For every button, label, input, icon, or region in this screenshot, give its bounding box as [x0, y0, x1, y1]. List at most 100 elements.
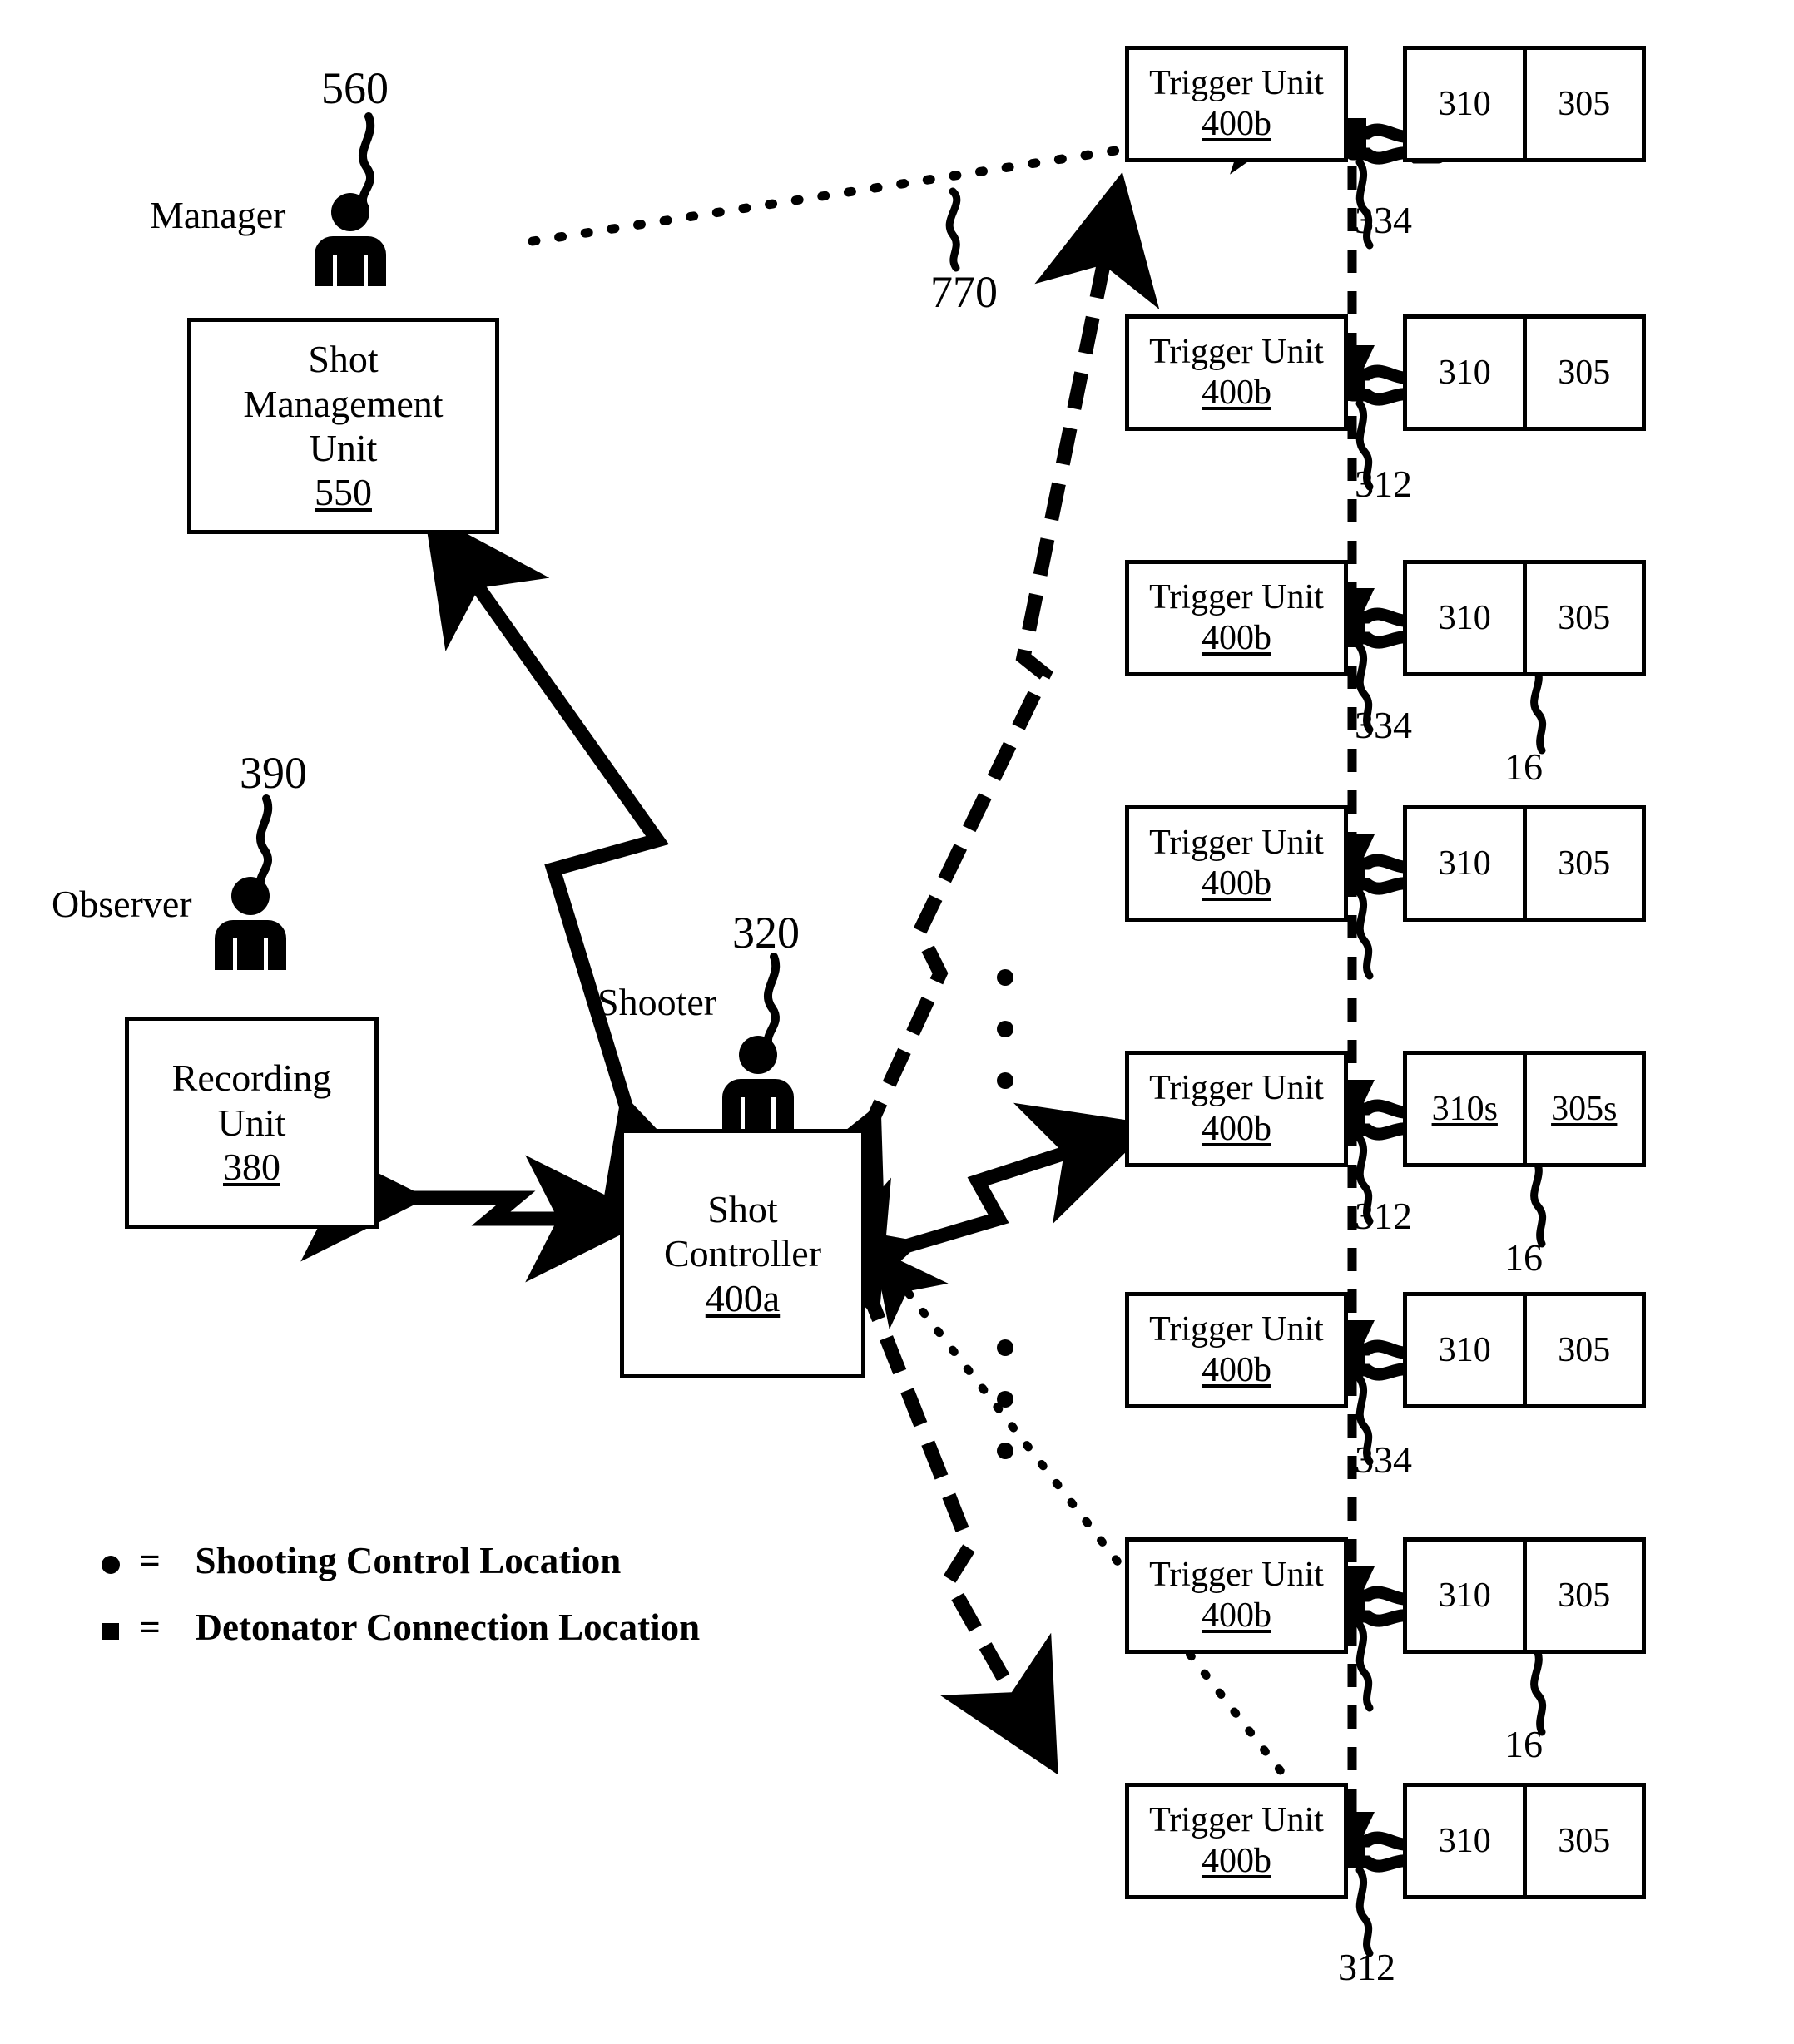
detonator-305-3: 305 — [1522, 564, 1643, 672]
box-recording-unit[interactable]: Recording Unit 380 — [125, 1017, 379, 1229]
detonator-310-3: 310 — [1438, 599, 1491, 637]
box-trigger-unit-7[interactable]: Trigger Unit 400b — [1125, 1537, 1348, 1654]
ref-label-770: 770 — [930, 267, 998, 317]
detonator-310-2: 310 — [1438, 354, 1491, 392]
box-trigger-unit-8[interactable]: Trigger Unit 400b — [1125, 1783, 1348, 1899]
tu-label-6: Trigger Unit — [1149, 1310, 1324, 1349]
role-label-observer: Observer — [52, 883, 192, 925]
smu-ref: 550 — [315, 471, 372, 514]
cable-ref-8: 312 — [1338, 1946, 1395, 1988]
box-trigger-unit-1[interactable]: Trigger Unit 400b — [1125, 46, 1348, 162]
person-head-icon — [231, 877, 270, 915]
cable-ref-1: 334 — [1355, 199, 1412, 241]
tu-ref-3: 400b — [1202, 619, 1271, 657]
ellipsis-lower — [997, 1339, 1013, 1494]
legend-text-2: Detonator Connection Location — [195, 1606, 701, 1648]
smu-line-3: Unit — [309, 427, 378, 469]
tu-ref-8: 400b — [1202, 1842, 1271, 1880]
detonator-310-6: 310 — [1438, 1331, 1491, 1369]
leader-16-row5 — [1530, 1155, 1547, 1248]
cable-ref-5: 312 — [1355, 1195, 1412, 1237]
person-body-icon — [315, 236, 386, 286]
detonator-pair-2[interactable]: 310 305 — [1403, 314, 1646, 431]
legend-equals-1: = — [139, 1540, 161, 1581]
square-marker-icon — [92, 1606, 130, 1649]
tu-label-4: Trigger Unit — [1149, 824, 1324, 863]
sc-line-2: Controller — [663, 1232, 822, 1275]
tu-ref-2: 400b — [1202, 374, 1271, 412]
cable-ref-6: 334 — [1355, 1438, 1412, 1481]
leader-16-row3 — [1530, 661, 1547, 755]
detonator-310-8: 310 — [1438, 1822, 1491, 1860]
box-trigger-unit-6[interactable]: Trigger Unit 400b — [1125, 1292, 1348, 1408]
circle-marker-icon — [92, 1539, 130, 1582]
smu-line-1: Shot — [308, 338, 379, 381]
link-controller-trigger-solid — [781, 1102, 1155, 1339]
sc-line-1: Shot — [707, 1187, 778, 1230]
link-controller-trigger-dashed-down — [772, 1177, 1058, 1775]
legend-equals-2: = — [139, 1606, 161, 1648]
link-mgmt-controller — [424, 510, 721, 1233]
tu-label-5: Trigger Unit — [1149, 1069, 1324, 1108]
ref-label-320: 320 — [732, 908, 800, 958]
ru-ref: 380 — [223, 1146, 280, 1189]
tu-label-7: Trigger Unit — [1149, 1556, 1324, 1595]
box-trigger-unit-5[interactable]: Trigger Unit 400b — [1125, 1051, 1348, 1167]
leader-16-row7 — [1530, 1643, 1547, 1736]
link-controller-trigger-dashed-up — [769, 171, 1160, 1245]
person-body-icon — [215, 920, 286, 970]
detonator-305-7: 305 — [1522, 1542, 1643, 1650]
cable-ref-3: 334 — [1355, 704, 1412, 746]
detonator-305s-5: 305s — [1522, 1055, 1643, 1163]
detonator-305-6: 305 — [1522, 1296, 1643, 1404]
person-head-icon — [739, 1036, 777, 1074]
box-trigger-unit-3[interactable]: Trigger Unit 400b — [1125, 560, 1348, 676]
tu-ref-1: 400b — [1202, 105, 1271, 143]
detonator-pair-6[interactable]: 310 305 — [1403, 1292, 1646, 1408]
detonator-pair-5[interactable]: 310s 305s — [1403, 1051, 1646, 1167]
link-recording-controller — [300, 1134, 653, 1283]
legend-item-shooting-control: = Shooting Control Location — [92, 1539, 621, 1582]
detonator-310-4: 310 — [1438, 844, 1491, 883]
ref-label-560: 560 — [321, 63, 389, 113]
role-label-manager: Manager — [150, 194, 286, 236]
person-shooter — [722, 1036, 794, 1129]
figure-canvas: 560 Manager 390 Observer 320 Shooter Sho… — [0, 0, 1794, 2044]
detonator-305-4: 305 — [1522, 809, 1643, 918]
tu-ref-6: 400b — [1202, 1351, 1271, 1389]
detonator-pair-8[interactable]: 310 305 — [1403, 1783, 1646, 1899]
detonator-310-7: 310 — [1438, 1576, 1491, 1615]
detonator-pair-4[interactable]: 310 305 — [1403, 805, 1646, 922]
tu-ref-5: 400b — [1202, 1110, 1271, 1148]
legend-text-1: Shooting Control Location — [195, 1540, 622, 1581]
person-observer — [215, 877, 286, 970]
tu-label-3: Trigger Unit — [1149, 578, 1324, 617]
box-trigger-unit-2[interactable]: Trigger Unit 400b — [1125, 314, 1348, 431]
detonator-pair-3[interactable]: 310 305 — [1403, 560, 1646, 676]
det-ref-5: 16 — [1504, 1236, 1543, 1279]
person-head-icon — [331, 193, 369, 231]
sc-ref: 400a — [705, 1276, 781, 1319]
box-shot-controller[interactable]: Shot Controller 400a — [620, 1129, 865, 1378]
detonator-305-8: 305 — [1522, 1787, 1643, 1895]
legend-item-detonator-connection: = Detonator Connection Location — [92, 1606, 700, 1649]
role-label-shooter: Shooter — [597, 981, 717, 1023]
detonator-310-1: 310 — [1438, 85, 1491, 123]
ru-line-2: Unit — [217, 1101, 286, 1144]
tu-label-8: Trigger Unit — [1149, 1801, 1324, 1840]
detonator-310s-5: 310s — [1431, 1090, 1498, 1128]
box-trigger-unit-4[interactable]: Trigger Unit 400b — [1125, 805, 1348, 922]
det-ref-3: 16 — [1504, 745, 1543, 788]
person-body-icon — [722, 1079, 794, 1129]
ref-label-390: 390 — [240, 748, 307, 798]
smu-line-2: Management — [243, 382, 444, 425]
person-manager — [315, 193, 386, 286]
detonator-305-2: 305 — [1522, 319, 1643, 427]
detonator-pair-1[interactable]: 310 305 — [1403, 46, 1646, 162]
detonator-pair-7[interactable]: 310 305 — [1403, 1537, 1646, 1654]
box-shot-management-unit[interactable]: Shot Management Unit 550 — [187, 318, 499, 534]
tu-label-1: Trigger Unit — [1149, 64, 1324, 103]
leader-320 — [764, 953, 781, 1052]
det-ref-7: 16 — [1504, 1723, 1543, 1765]
tu-ref-4: 400b — [1202, 864, 1271, 903]
